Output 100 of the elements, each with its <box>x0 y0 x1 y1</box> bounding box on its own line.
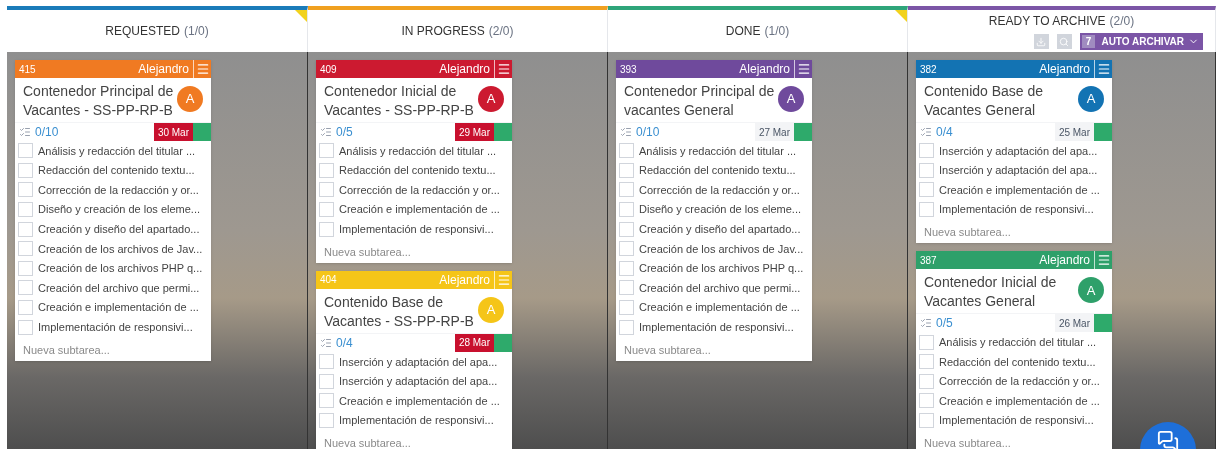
subtask-checkbox[interactable] <box>18 319 33 335</box>
assignee-name: Alejandro <box>1039 61 1091 78</box>
new-subtask-field[interactable]: Nueva subtarea... <box>15 340 211 359</box>
status-block <box>193 123 211 141</box>
card-menu-button[interactable] <box>494 270 512 289</box>
search-button[interactable] <box>1056 34 1072 49</box>
corner-flag-icon <box>295 10 307 22</box>
subtask-progress: 0/4 <box>936 124 953 141</box>
avatar: A <box>778 86 804 112</box>
column-count: (1/0) <box>764 23 790 40</box>
column-count: (1/0) <box>184 23 209 40</box>
subtask-checkbox[interactable] <box>319 162 334 178</box>
due-date: 30 Mar <box>153 123 193 141</box>
auto-archive-dropdown[interactable]: 7 AUTO ARCHIVAR <box>1079 33 1203 50</box>
assignee-name: Alejandro <box>439 271 491 289</box>
subtask-checkbox[interactable] <box>18 241 33 257</box>
card-title: Contenedor Inicial de Vacantes - SS-PP-RP-B <box>324 82 475 120</box>
subtask-checkbox[interactable] <box>319 143 334 159</box>
subtask-checkbox[interactable] <box>18 143 33 159</box>
card-menu-button[interactable] <box>1094 251 1112 270</box>
subtask-checkbox[interactable] <box>619 202 634 218</box>
subtask-checkbox[interactable] <box>619 182 634 198</box>
card-title: Contenido Base de Vacantes - SS-PP-RP-B <box>324 292 475 331</box>
subtask-checkbox[interactable] <box>619 221 634 237</box>
card-number: 393 <box>619 62 637 77</box>
subtask-checkbox[interactable] <box>319 354 334 370</box>
subtask-checkbox[interactable] <box>319 221 334 237</box>
subtask-text: Corrección de la redacción y or... <box>339 182 500 198</box>
subtask-checkbox[interactable] <box>619 300 634 316</box>
checklist-icon <box>320 336 332 349</box>
subtask-checkbox[interactable] <box>619 162 634 178</box>
subtask-checkbox[interactable] <box>619 241 634 257</box>
subtask-text: Creación y diseño del apartado... <box>38 221 200 237</box>
subtask-text: Análisis y redacción del titular ... <box>38 143 196 159</box>
subtask-checkbox[interactable] <box>319 182 334 198</box>
new-subtask-field[interactable]: Nueva subtarea... <box>616 340 812 359</box>
new-subtask-field[interactable]: Nueva subtarea... <box>316 242 512 261</box>
subtask-text: Corrección de la redacción y or... <box>639 182 800 198</box>
subtask-text: Diseño y creación de los eleme... <box>38 202 201 218</box>
subtask-checkbox[interactable] <box>18 162 33 178</box>
subtask-checkbox[interactable] <box>919 413 934 429</box>
new-subtask-field[interactable]: Nueva subtarea... <box>916 434 1112 449</box>
column-title: DONE <box>725 23 761 40</box>
subtask-checkbox[interactable] <box>319 373 334 389</box>
subtask-checkbox[interactable] <box>619 280 634 296</box>
subtask-text: Análisis y redacción del titular ... <box>639 143 797 159</box>
card-menu-button[interactable] <box>794 60 812 78</box>
subtask-checkbox[interactable] <box>919 162 934 178</box>
subtask-text: Implementación de responsivi... <box>38 319 193 335</box>
subtask-text: Redacción del contenido textu... <box>639 163 796 179</box>
card-number: 409 <box>319 62 337 77</box>
column-count: (2/0) <box>1109 13 1135 30</box>
subtask-checkbox[interactable] <box>18 202 33 218</box>
subtask-text: Creación e implementación de ... <box>639 300 800 316</box>
subtask-checkbox[interactable] <box>919 202 934 218</box>
menu-icon <box>496 62 511 76</box>
card-number: 415 <box>18 62 36 77</box>
subtask-checkbox[interactable] <box>18 182 33 198</box>
chat-icon <box>1157 430 1179 449</box>
subtask-checkbox[interactable] <box>319 202 334 218</box>
checklist-icon <box>920 317 932 330</box>
status-block <box>494 123 512 141</box>
new-subtask-field[interactable]: Nueva subtarea... <box>316 434 512 449</box>
card-menu-button[interactable] <box>1094 60 1112 78</box>
due-date: 27 Mar <box>754 123 794 141</box>
subtask-checkbox[interactable] <box>619 319 634 335</box>
subtask-checkbox[interactable] <box>919 373 934 389</box>
subtask-text: Inserción y adaptación del apa... <box>339 354 498 370</box>
subtask-checkbox[interactable] <box>919 143 934 159</box>
card-menu-button[interactable] <box>193 60 211 78</box>
column-title: READY TO ARCHIVE <box>988 13 1106 30</box>
subtask-checkbox[interactable] <box>319 393 334 409</box>
archive-days-badge: 7 <box>1081 35 1096 48</box>
subtask-checkbox[interactable] <box>18 300 33 316</box>
subtask-checkbox[interactable] <box>919 354 934 370</box>
assignee-name: Alejandro <box>439 61 491 78</box>
subtask-checkbox[interactable] <box>18 260 33 276</box>
subtask-checkbox[interactable] <box>619 260 634 276</box>
subtask-checkbox[interactable] <box>319 413 334 429</box>
subtask-text: Implementación de responsivi... <box>339 413 494 429</box>
checklist-icon <box>620 126 632 138</box>
subtask-checkbox[interactable] <box>18 280 33 296</box>
checklist-icon <box>320 126 332 138</box>
assignee-name: Alejandro <box>739 61 791 78</box>
avatar: A <box>478 86 504 112</box>
menu-icon <box>1096 62 1111 76</box>
subtask-text: Diseño y creación de los eleme... <box>639 202 802 218</box>
subtask-checkbox[interactable] <box>919 393 934 409</box>
assignee-name: Alejandro <box>138 61 190 78</box>
new-subtask-field[interactable]: Nueva subtarea... <box>916 223 1112 242</box>
subtask-checkbox[interactable] <box>919 334 934 350</box>
subtask-text: Creación de los archivos PHP q... <box>639 261 804 277</box>
subtask-text: Implementación de responsivi... <box>939 202 1094 218</box>
subtask-checkbox[interactable] <box>18 221 33 237</box>
download-button[interactable] <box>1033 34 1049 49</box>
subtask-checkbox[interactable] <box>619 143 634 159</box>
subtask-checkbox[interactable] <box>919 182 934 198</box>
card-number: 382 <box>919 62 937 77</box>
status-block <box>494 333 512 352</box>
card-menu-button[interactable] <box>494 60 512 78</box>
